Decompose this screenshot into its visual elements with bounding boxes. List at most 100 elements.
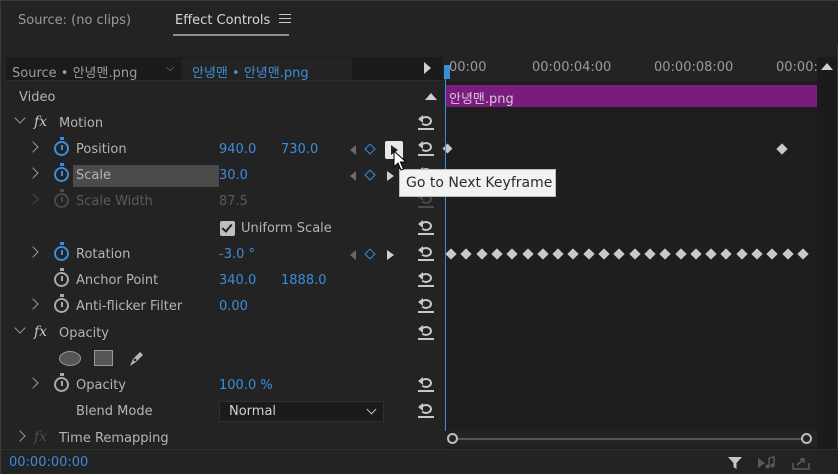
chevron-down-icon[interactable]: ⌵ bbox=[166, 61, 174, 75]
show-timeline-icon[interactable] bbox=[424, 62, 431, 74]
property-label: Blend Mode bbox=[76, 404, 153, 419]
reset-icon[interactable] bbox=[417, 297, 435, 313]
vertical-scrollbar[interactable] bbox=[817, 57, 837, 449]
effect-opacity-label: Opacity bbox=[59, 326, 110, 341]
effect-time-remapping-label: Time Remapping bbox=[59, 431, 169, 446]
prev-keyframe-icon[interactable] bbox=[350, 250, 356, 260]
horizontal-zoom-scrollbar[interactable] bbox=[445, 431, 817, 447]
source-bar: Source • 안녕맨.png ⌵ 안녕맨 • 안녕맨.png bbox=[6, 57, 443, 81]
export-icon[interactable] bbox=[791, 455, 811, 471]
stopwatch-icon[interactable] bbox=[54, 294, 69, 313]
scroll-track[interactable] bbox=[453, 438, 809, 440]
anchor-x-value[interactable]: 340.0 bbox=[219, 273, 256, 288]
add-keyframe-icon[interactable] bbox=[364, 248, 376, 260]
twirl-right-icon[interactable] bbox=[27, 246, 39, 258]
fx-icon[interactable]: fx bbox=[34, 114, 47, 130]
current-timecode[interactable]: 00:00:00:00 bbox=[9, 455, 88, 470]
prev-keyframe-icon[interactable] bbox=[350, 145, 356, 155]
clip-bar[interactable]: 안녕맨.png bbox=[445, 85, 817, 107]
keyframe-marker[interactable] bbox=[751, 248, 763, 260]
uniform-scale-checkbox[interactable] bbox=[220, 221, 235, 236]
anchor-y-value[interactable]: 1888.0 bbox=[281, 273, 327, 288]
keyframe-marker[interactable] bbox=[598, 248, 610, 260]
opacity-value[interactable]: 100.0 % bbox=[219, 378, 273, 393]
keyframe-marker[interactable] bbox=[628, 248, 641, 260]
keyframe-marker[interactable] bbox=[567, 248, 580, 260]
reset-icon[interactable] bbox=[417, 219, 435, 235]
stopwatch-icon[interactable] bbox=[54, 163, 69, 182]
stopwatch-icon[interactable] bbox=[54, 137, 69, 156]
reset-icon[interactable] bbox=[417, 245, 435, 261]
keyframe-marker[interactable] bbox=[475, 248, 488, 260]
scroll-handle-right[interactable] bbox=[801, 433, 812, 444]
property-label: Scale bbox=[76, 168, 111, 183]
reset-icon[interactable] bbox=[417, 140, 435, 156]
twirl-right-icon[interactable] bbox=[27, 377, 39, 389]
audio-icon[interactable] bbox=[757, 455, 777, 471]
hamburger-icon[interactable] bbox=[279, 14, 291, 24]
twirl-right-icon[interactable] bbox=[27, 298, 39, 310]
keyframe-marker[interactable] bbox=[674, 248, 687, 260]
tab-effect-controls[interactable]: Effect Controls bbox=[175, 13, 270, 28]
time-ruler[interactable]: 00:00 00:00:04:00 00:00:08:00 00:00: bbox=[444, 57, 818, 81]
twirl-down-icon[interactable] bbox=[14, 322, 26, 334]
blend-mode-value: Normal bbox=[229, 404, 277, 419]
keyframe-marker[interactable] bbox=[552, 248, 564, 260]
keyframe-marker[interactable] bbox=[659, 248, 671, 260]
ellipse-mask-icon[interactable] bbox=[59, 351, 81, 366]
effect-timeline[interactable]: 00:00 00:00:04:00 00:00:08:00 00:00: 안녕맨… bbox=[442, 57, 818, 449]
tab-source[interactable]: Source: (no clips) bbox=[18, 13, 131, 28]
keyframe-marker[interactable] bbox=[445, 248, 457, 260]
twirl-right-icon[interactable] bbox=[27, 167, 39, 179]
twirl-right-icon[interactable] bbox=[14, 430, 26, 442]
position-y-value[interactable]: 730.0 bbox=[281, 142, 318, 157]
keyframe-marker[interactable] bbox=[491, 248, 503, 260]
reset-icon[interactable] bbox=[417, 271, 435, 287]
reset-icon[interactable] bbox=[417, 402, 435, 418]
rectangle-mask-icon[interactable] bbox=[94, 350, 113, 366]
clip-selector-label[interactable]: 안녕맨 • 안녕맨.png bbox=[192, 62, 309, 81]
next-keyframe-icon[interactable] bbox=[387, 250, 394, 260]
keyframe-marker[interactable] bbox=[797, 248, 809, 260]
collapse-up-icon[interactable] bbox=[425, 93, 437, 100]
keyframe-marker[interactable] bbox=[720, 248, 733, 260]
keyframe-marker[interactable] bbox=[506, 248, 518, 260]
next-keyframe-icon[interactable] bbox=[387, 171, 394, 181]
keyframe-marker[interactable] bbox=[521, 248, 534, 260]
keyframe-marker[interactable] bbox=[705, 248, 717, 260]
keyframe-marker[interactable] bbox=[690, 248, 702, 260]
add-keyframe-icon[interactable] bbox=[364, 169, 376, 181]
reset-icon[interactable] bbox=[417, 114, 435, 130]
position-x-value[interactable]: 940.0 bbox=[219, 142, 256, 157]
property-anchor-point: Anchor Point 340.0 1888.0 bbox=[6, 268, 443, 294]
filter-icon[interactable] bbox=[727, 455, 743, 471]
add-keyframe-icon[interactable] bbox=[364, 143, 376, 155]
twirl-right-icon[interactable] bbox=[27, 141, 39, 153]
scale-value[interactable]: 30.0 bbox=[219, 168, 248, 183]
keyframe-marker[interactable] bbox=[736, 248, 748, 260]
prev-keyframe-icon[interactable] bbox=[350, 171, 356, 181]
reset-icon[interactable] bbox=[417, 324, 435, 340]
keyframe-marker[interactable] bbox=[613, 248, 625, 260]
keyframe-marker[interactable] bbox=[781, 248, 794, 260]
anti-flicker-value[interactable]: 0.00 bbox=[219, 299, 248, 314]
scale-width-value: 87.5 bbox=[219, 194, 248, 209]
keyframe-marker[interactable] bbox=[537, 248, 549, 260]
blend-mode-select[interactable]: Normal bbox=[219, 401, 384, 422]
rotation-value[interactable]: -3.0 ° bbox=[219, 247, 255, 262]
twirl-down-icon[interactable] bbox=[14, 112, 26, 124]
keyframe-marker[interactable] bbox=[776, 143, 788, 155]
pen-mask-icon[interactable] bbox=[126, 349, 146, 369]
scroll-up-icon[interactable] bbox=[821, 63, 833, 70]
keyframe-marker[interactable] bbox=[644, 248, 656, 260]
stopwatch-icon[interactable] bbox=[54, 242, 69, 261]
stopwatch-icon[interactable] bbox=[54, 268, 69, 287]
scroll-handle-left[interactable] bbox=[447, 433, 458, 444]
stopwatch-icon[interactable] bbox=[54, 373, 69, 392]
footer-bar: 00:00:00:00 bbox=[1, 449, 838, 474]
reset-icon[interactable] bbox=[417, 376, 435, 392]
keyframe-marker[interactable] bbox=[583, 248, 595, 260]
keyframe-marker[interactable] bbox=[766, 248, 778, 260]
keyframe-marker[interactable] bbox=[460, 248, 472, 260]
fx-icon[interactable]: fx bbox=[34, 324, 47, 340]
